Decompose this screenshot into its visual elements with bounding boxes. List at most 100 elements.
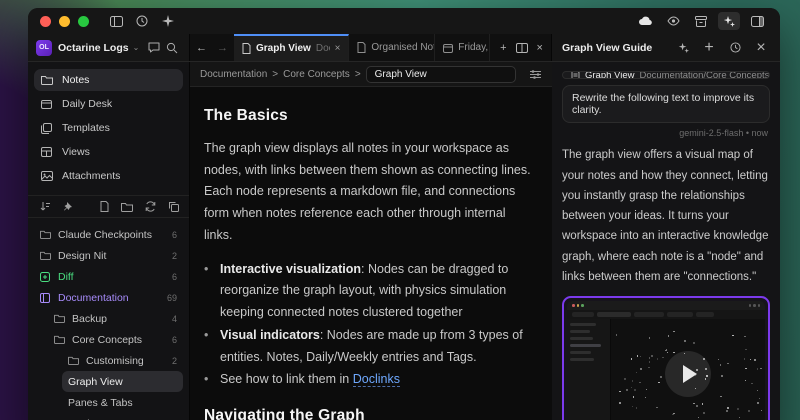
folder-icon xyxy=(40,251,52,260)
tree-item-documentation[interactable]: Documentation69 xyxy=(34,287,183,308)
section-heading: The Basics xyxy=(204,103,536,130)
graph-node-dot xyxy=(684,340,686,342)
new-note-icon[interactable] xyxy=(100,201,109,212)
assistant-response: The graph view offers a visual map of yo… xyxy=(562,145,770,287)
graph-node-dot xyxy=(744,336,745,337)
list-item: • Visual indicators: Nodes are made up f… xyxy=(204,325,536,369)
workspace-name[interactable]: Octarine Logs xyxy=(58,42,129,54)
chat-icon[interactable] xyxy=(145,39,163,57)
eye-icon[interactable] xyxy=(662,12,684,30)
workspace-avatar[interactable]: OL xyxy=(36,40,52,56)
graph-node-dot xyxy=(751,383,752,384)
zoom-window-button[interactable] xyxy=(78,16,89,27)
tree-item-graph-view[interactable]: Graph View xyxy=(62,371,183,392)
titlebar-right-icons xyxy=(634,12,768,30)
tree-item-claude-checkpoints[interactable]: Claude Checkpoints6 xyxy=(34,224,183,245)
calendar-icon xyxy=(41,99,54,109)
book-icon xyxy=(40,293,52,303)
tree-item-panes-tabs[interactable]: Panes & Tabs xyxy=(62,392,183,413)
tab-organised-notes[interactable]: Organised Notes × xyxy=(349,34,435,61)
pin-icon[interactable] xyxy=(63,201,73,212)
sidebar-item-views[interactable]: Views xyxy=(34,141,183,163)
tab-title: Organised Notes xyxy=(371,42,435,53)
editor-pane: Documentation > Core Concepts > Graph Vi… xyxy=(190,62,552,420)
doclinks-link[interactable]: Doclinks xyxy=(353,372,400,387)
video-preview-card[interactable] xyxy=(562,296,770,420)
breadcrumb-part[interactable]: Documentation xyxy=(200,69,267,80)
sync-icon[interactable] xyxy=(145,201,156,212)
graph-node-dot xyxy=(745,380,746,381)
list-item: • See how to link them in Doclinks xyxy=(204,369,536,391)
tree-item-design-nit[interactable]: Design Nit2 xyxy=(34,245,183,266)
templates-icon xyxy=(41,123,54,134)
back-icon[interactable]: ← xyxy=(196,42,207,54)
section-heading: Navigating the Graph xyxy=(204,403,536,420)
view-options-icon[interactable] xyxy=(529,69,542,80)
sidebar-item-attachments[interactable]: Attachments xyxy=(34,165,183,187)
graph-node-dot xyxy=(632,406,633,407)
minimize-window-button[interactable] xyxy=(59,16,70,27)
tree-item-diff[interactable]: Diff6 xyxy=(34,266,183,287)
ai-sparkle-icon[interactable] xyxy=(674,39,692,57)
sidebar-item-templates[interactable]: Templates xyxy=(34,117,183,139)
sidebar-item-label: Views xyxy=(62,146,90,158)
clock-icon[interactable] xyxy=(131,12,153,30)
graph-node-dot xyxy=(649,337,650,338)
graph-node-dot xyxy=(672,414,673,415)
breadcrumb-separator: > xyxy=(355,69,361,80)
ai-sparkle-icon[interactable] xyxy=(718,12,740,30)
new-folder-icon[interactable] xyxy=(121,202,133,212)
tab-friday[interactable]: Friday, D xyxy=(435,34,490,61)
split-pane-icon[interactable] xyxy=(516,43,528,53)
model-meta: gemini-2.5-flash • now xyxy=(564,128,768,138)
new-chat-icon[interactable]: + xyxy=(700,39,718,57)
note-title-field[interactable]: Graph View xyxy=(366,66,516,83)
graph-node-dot xyxy=(651,355,653,357)
close-window-button[interactable] xyxy=(40,16,51,27)
search-icon[interactable] xyxy=(163,39,181,57)
graph-node-dot xyxy=(624,378,625,379)
tree-item-backup[interactable]: Backup4 xyxy=(48,308,183,329)
chevron-down-icon[interactable]: ⌄ xyxy=(133,43,140,52)
graph-node-dot xyxy=(619,391,620,392)
close-icon[interactable]: × xyxy=(335,43,341,54)
sidebar-item-daily-desk[interactable]: Daily Desk xyxy=(34,93,183,115)
tree-item-storing-data[interactable]: Storing Data xyxy=(62,413,183,420)
graph-node-dot xyxy=(739,417,740,418)
graph-node-dot xyxy=(760,368,761,369)
sidebar-item-notes[interactable]: Notes xyxy=(34,69,183,91)
breadcrumb-part[interactable]: Core Concepts xyxy=(283,69,350,80)
close-icon[interactable]: × xyxy=(752,39,770,57)
right-sidebar-toggle-icon[interactable] xyxy=(746,12,768,30)
tree-item-core-concepts[interactable]: Core Concepts6 xyxy=(48,329,183,350)
graph-node-dot xyxy=(636,372,637,373)
graph-node-dot xyxy=(640,368,641,369)
sidebar-item-label: Templates xyxy=(62,122,110,134)
graph-node-dot xyxy=(673,352,674,353)
tree-item-customising[interactable]: Customising2 xyxy=(62,350,183,371)
graph-node-dot xyxy=(745,368,746,369)
duplicate-icon[interactable] xyxy=(168,201,179,212)
graph-node-dot xyxy=(698,417,699,418)
context-chip[interactable]: Graph View Documentation/Core Concepts xyxy=(562,71,770,79)
graph-node-dot xyxy=(693,342,694,343)
breadcrumb-separator: > xyxy=(272,69,278,80)
history-icon[interactable] xyxy=(726,39,744,57)
new-tab-icon[interactable]: + xyxy=(500,42,506,54)
tab-graph-view[interactable]: Graph View Documentation × xyxy=(234,34,349,61)
file-icon xyxy=(242,43,251,54)
graph-node-dot xyxy=(662,357,663,358)
left-sidebar-toggle-icon[interactable] xyxy=(105,12,127,30)
archive-icon[interactable] xyxy=(690,12,712,30)
close-pane-icon[interactable]: × xyxy=(537,42,543,54)
cloud-sync-icon[interactable] xyxy=(634,12,656,30)
sparkle-icon[interactable] xyxy=(157,12,179,30)
graph-node-dot xyxy=(705,368,706,369)
graph-node-dot xyxy=(684,353,685,354)
sort-icon[interactable] xyxy=(40,201,51,212)
grid-icon xyxy=(41,147,54,157)
note-content[interactable]: The Basics The graph view displays all n… xyxy=(190,87,552,420)
graph-node-dot xyxy=(649,361,650,362)
forward-icon[interactable]: → xyxy=(217,42,228,54)
breadcrumb: Documentation > Core Concepts > Graph Vi… xyxy=(190,62,552,87)
